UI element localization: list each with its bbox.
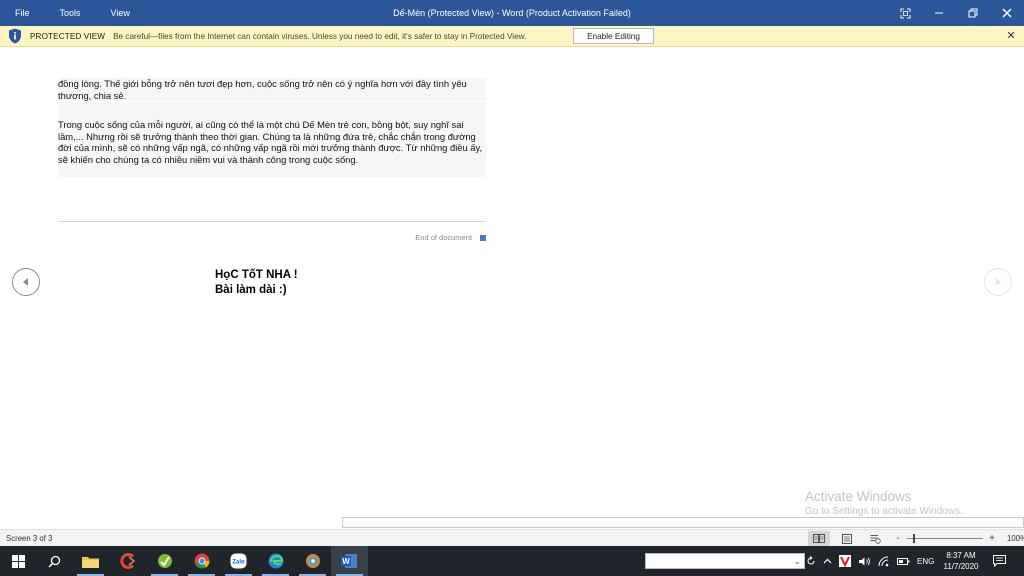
search-button[interactable] — [36, 546, 72, 576]
overlay-note: HọC TốT NHA ! Bài làm dài :) — [215, 268, 298, 298]
zoom-slider-thumb[interactable] — [913, 534, 915, 543]
paragraph-spacing — [58, 102, 486, 119]
word-window: File Tools View Dế-Mèn (Protected View) … — [0, 0, 1024, 576]
close-button[interactable] — [990, 0, 1024, 26]
input-language[interactable]: ENG — [917, 557, 934, 566]
fullscreen-icon — [900, 8, 910, 18]
notification-icon — [992, 555, 1006, 567]
menu-view[interactable]: View — [96, 0, 145, 26]
view-mode-buttons — [808, 530, 892, 547]
menu-bar: File Tools View — [0, 0, 145, 26]
clock-date: 11/7/2020 — [943, 562, 979, 571]
taskbar-dragon-app[interactable] — [294, 546, 331, 576]
fullscreen-button[interactable] — [888, 0, 922, 26]
app-green-icon — [157, 554, 172, 568]
minimize-icon — [935, 12, 943, 14]
arrow-left-icon — [23, 278, 28, 286]
window-controls — [888, 0, 1024, 26]
book-icon — [813, 534, 825, 543]
zalo-icon: Zalo — [230, 553, 247, 569]
print-layout-button[interactable] — [836, 531, 858, 546]
protected-view-close-button[interactable]: ✕ — [1004, 28, 1018, 44]
taskbar-word[interactable]: W — [331, 546, 368, 576]
page-icon — [842, 533, 852, 544]
document-paragraph: Trong cuộc sống của mỗi người, ai cũng c… — [58, 119, 486, 177]
chevron-up-icon[interactable] — [823, 557, 832, 566]
shield-icon — [9, 28, 21, 44]
edge-icon — [268, 553, 283, 569]
minimize-button[interactable] — [922, 0, 956, 26]
horizontal-scrollbar[interactable] — [342, 517, 1024, 528]
svg-text:W: W — [342, 557, 350, 566]
document-paragraph: đồng lòng. Thế giới bỗng trở nên tươi đẹ… — [58, 78, 486, 102]
previous-screen-button[interactable] — [12, 268, 40, 296]
read-mode-button[interactable] — [808, 531, 830, 546]
taskbar-file-explorer[interactable] — [72, 546, 109, 576]
title-bar: File Tools View Dế-Mèn (Protected View) … — [0, 0, 1024, 26]
taskbar-clock[interactable]: 8:37 AM 11/7/2020 — [935, 550, 987, 572]
overlay-note-line: Bài làm dài :) — [215, 284, 287, 296]
zoom-slider[interactable] — [907, 534, 983, 543]
protected-view-message: Be careful—files from the Internet can c… — [113, 31, 527, 41]
zoom-control: - + 100% — [893, 530, 1024, 547]
chevron-down-icon[interactable]: ⌄ — [793, 556, 801, 567]
taskbar-chrome[interactable] — [183, 546, 220, 576]
restore-icon — [968, 8, 978, 18]
word-icon: W — [341, 554, 357, 568]
screen-count: Screen 3 of 3 — [6, 533, 53, 543]
end-of-document-marker-icon — [480, 234, 486, 241]
clock-time: 8:37 AM — [946, 551, 976, 560]
restore-button[interactable] — [956, 0, 990, 26]
chrome-icon — [194, 553, 210, 569]
svg-text:Zalo: Zalo — [232, 560, 245, 566]
folder-icon — [82, 556, 99, 568]
menu-tools[interactable]: Tools — [45, 0, 96, 26]
windows-logo-icon — [11, 554, 25, 568]
end-of-document: End of document — [300, 233, 486, 242]
app-dragon-icon — [305, 554, 320, 568]
protected-view-bar: PROTECTED VIEW Be careful—files from the… — [0, 26, 1024, 47]
overlay-note-line: HọC TốT NHA ! — [215, 269, 298, 281]
end-divider — [58, 221, 486, 222]
next-screen-button[interactable] — [984, 268, 1012, 296]
windows-taskbar: Zalo W ⌄ ENG 8:37 AM 11/7/2020 — [0, 546, 1024, 576]
taskbar-green-app[interactable] — [146, 546, 183, 576]
arrow-right-icon — [996, 278, 1001, 286]
taskbar-address-input[interactable]: ⌄ — [645, 553, 805, 569]
vietkey-icon[interactable] — [839, 555, 851, 567]
watermark-title: Activate Windows — [805, 489, 912, 504]
search-icon — [47, 555, 60, 568]
system-tray: ENG — [806, 546, 934, 576]
web-layout-button[interactable] — [864, 531, 886, 546]
close-icon — [1002, 8, 1012, 18]
protected-view-label: PROTECTED VIEW — [30, 31, 106, 41]
document-area[interactable]: đồng lòng. Thế giới bỗng trở nên tươi đẹ… — [0, 47, 1024, 528]
end-of-document-label: End of document — [415, 233, 472, 242]
network-icon[interactable] — [878, 556, 890, 567]
taskbar-edge[interactable] — [257, 546, 294, 576]
taskbar-zalo[interactable]: Zalo — [220, 546, 257, 576]
menu-file[interactable]: File — [0, 0, 45, 26]
speaker-icon[interactable] — [858, 556, 871, 567]
zoom-out-button[interactable]: - — [893, 533, 903, 544]
status-bar: Screen 3 of 3 - + 100% — [0, 529, 1024, 546]
notification-center-button[interactable] — [990, 553, 1008, 569]
zoom-in-button[interactable]: + — [987, 533, 997, 544]
activate-windows-watermark: Activate Windows Go to Settings to activ… — [805, 488, 963, 519]
start-button[interactable] — [0, 546, 36, 576]
taskbar-ccleaner[interactable] — [109, 546, 146, 576]
ccleaner-icon — [119, 553, 135, 569]
web-layout-icon — [870, 534, 881, 544]
window-title: Dế-Mèn (Protected View) - Word (Product … — [393, 8, 631, 18]
battery-icon[interactable] — [897, 557, 910, 566]
refresh-icon[interactable] — [806, 556, 816, 566]
enable-editing-button[interactable]: Enable Editing — [573, 28, 654, 44]
zoom-level[interactable]: 100% — [1007, 534, 1024, 543]
